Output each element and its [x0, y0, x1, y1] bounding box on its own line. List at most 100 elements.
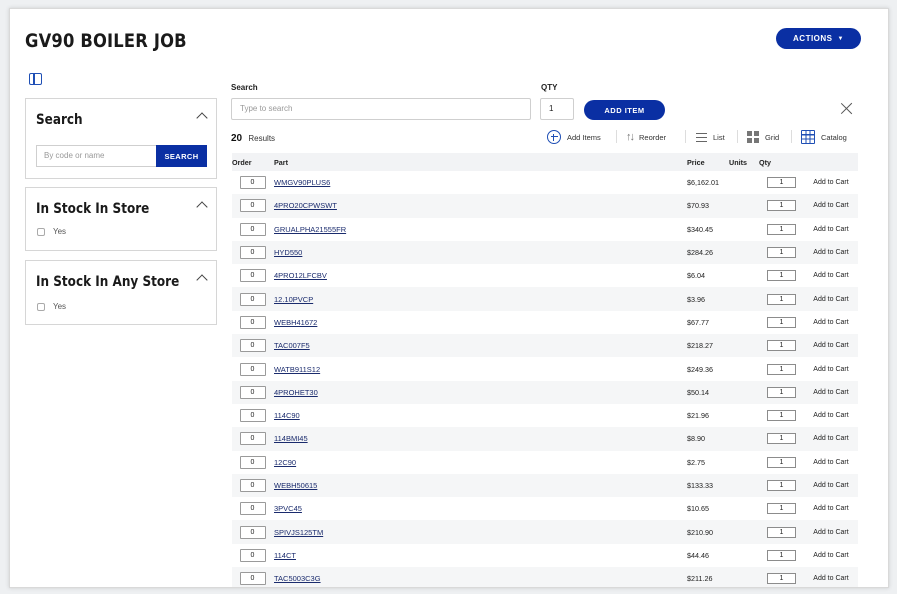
row-qty-input[interactable]: 1 [767, 433, 796, 445]
qty-cell: 1 [759, 567, 804, 587]
part-link[interactable]: 114BMI45 [274, 434, 308, 443]
part-link[interactable]: 4PRO20CPWSWT [274, 201, 337, 210]
row-qty-input[interactable]: 1 [767, 386, 796, 398]
grid-view-button[interactable]: Grid [747, 129, 779, 145]
reorder-button[interactable]: ↑↓ Reorder [626, 129, 666, 145]
add-to-cart-button[interactable]: Add to Cart [804, 473, 858, 498]
order-qty-input[interactable]: 0 [239, 432, 266, 446]
add-to-cart-button[interactable]: Add to Cart [804, 218, 858, 241]
units-cell [729, 497, 759, 520]
chevron-up-icon[interactable] [196, 274, 208, 286]
part-link[interactable]: 12.10PVCP [274, 295, 313, 304]
part-link[interactable]: 114CT [274, 551, 296, 560]
order-qty-input[interactable]: 0 [239, 409, 266, 423]
part-cell: WEBH50615 [273, 473, 687, 498]
row-qty-input[interactable]: 1 [767, 316, 796, 328]
row-qty-input[interactable]: 1 [767, 526, 796, 538]
order-qty-input[interactable]: 0 [239, 292, 266, 306]
add-to-cart-button[interactable]: Add to Cart [804, 497, 858, 520]
order-qty-input[interactable]: 0 [239, 455, 266, 469]
part-link[interactable]: 114C90 [274, 411, 300, 420]
add-item-button[interactable]: ADD ITEM [584, 100, 665, 120]
row-qty-input[interactable]: 1 [767, 456, 796, 468]
order-qty-input[interactable]: 0 [239, 525, 266, 539]
close-icon[interactable] [840, 102, 853, 115]
row-qty-input[interactable]: 1 [767, 573, 796, 585]
chevron-up-icon[interactable] [196, 112, 208, 124]
add-to-cart-button[interactable]: Add to Cart [804, 567, 858, 587]
add-to-cart-button[interactable]: Add to Cart [804, 427, 858, 451]
qty-input[interactable]: 1 [540, 98, 574, 120]
list-view-button[interactable]: List [696, 129, 725, 145]
row-qty-input[interactable]: 1 [767, 549, 796, 561]
sidebar-search-input[interactable]: By code or name [36, 145, 156, 167]
part-link[interactable]: SPIVJS125TM [274, 528, 323, 537]
grid-label: Grid [765, 132, 780, 142]
order-qty-input[interactable]: 0 [239, 222, 266, 236]
table-row: 0 12.10PVCP $3.96 1 Add to Cart [232, 287, 858, 311]
add-to-cart-button[interactable]: Add to Cart [804, 311, 858, 334]
order-qty-input[interactable]: 0 [239, 269, 266, 283]
row-qty-input[interactable]: 1 [767, 293, 796, 305]
part-link[interactable]: 3PVC45 [274, 504, 302, 513]
order-qty-input[interactable]: 0 [239, 385, 266, 399]
search-facet: Search By code or name SEARCH [25, 98, 217, 179]
part-link[interactable]: WEBH50615 [274, 481, 317, 490]
order-qty-input[interactable]: 0 [239, 572, 266, 586]
order-qty-input[interactable]: 0 [239, 548, 266, 562]
part-link[interactable]: WEBH41672 [274, 318, 317, 327]
add-to-cart-button[interactable]: Add to Cart [804, 544, 858, 567]
add-to-cart-button[interactable]: Add to Cart [804, 451, 858, 474]
order-qty-input[interactable]: 0 [239, 199, 266, 213]
add-to-cart-button[interactable]: Add to Cart [804, 380, 858, 404]
order-qty-input[interactable]: 0 [239, 362, 266, 376]
row-qty-input[interactable]: 1 [767, 503, 796, 515]
row-qty-input[interactable]: 1 [767, 410, 796, 422]
order-qty-input[interactable]: 0 [239, 502, 266, 516]
row-qty-input[interactable]: 1 [767, 200, 796, 212]
sidebar-toggle-icon[interactable] [29, 73, 42, 85]
row-qty-input[interactable]: 1 [767, 270, 796, 282]
part-link[interactable]: HYD550 [274, 248, 302, 257]
add-to-cart-button[interactable]: Add to Cart [804, 334, 858, 358]
add-to-cart-button[interactable]: Add to Cart [804, 404, 858, 427]
part-link[interactable]: 12C90 [274, 458, 296, 467]
order-cell: 0 [232, 357, 273, 380]
part-link[interactable]: TAC5003C3G [274, 574, 321, 583]
add-to-cart-button[interactable]: Add to Cart [804, 520, 858, 544]
in-stock-store-checkbox[interactable] [37, 228, 45, 236]
part-link[interactable]: 4PRO12LFCBV [274, 271, 327, 280]
chevron-up-icon[interactable] [196, 201, 208, 213]
part-link[interactable]: 4PROHET30 [274, 388, 318, 397]
row-qty-input[interactable]: 1 [767, 223, 796, 235]
part-link[interactable]: WMGV90PLUS6 [274, 178, 330, 187]
row-qty-input[interactable]: 1 [767, 177, 796, 189]
row-qty-input[interactable]: 1 [767, 363, 796, 375]
add-to-cart-button[interactable]: Add to Cart [804, 357, 858, 380]
order-cell: 0 [232, 218, 273, 241]
actions-button[interactable]: ACTIONS ▼ [776, 28, 861, 49]
add-to-cart-button[interactable]: Add to Cart [804, 194, 858, 218]
order-qty-input[interactable]: 0 [239, 479, 266, 492]
order-qty-input[interactable]: 0 [239, 315, 266, 329]
part-link[interactable]: GRUALPHA21555FR [274, 225, 346, 234]
add-items-button[interactable]: Add Items [547, 129, 601, 145]
add-to-cart-button[interactable]: Add to Cart [804, 264, 858, 287]
price-cell: $3.96 [687, 287, 729, 311]
in-stock-any-checkbox[interactable] [37, 303, 45, 311]
row-qty-input[interactable]: 1 [767, 340, 796, 352]
sidebar-search-button[interactable]: SEARCH [156, 145, 207, 167]
order-qty-input[interactable]: 0 [239, 176, 266, 190]
main-search-input[interactable]: Type to search [231, 98, 531, 120]
row-qty-input[interactable]: 1 [767, 480, 796, 491]
part-link[interactable]: TAC007F5 [274, 341, 310, 350]
catalog-view-button[interactable]: Catalog [801, 129, 847, 145]
order-qty-input[interactable]: 0 [239, 246, 266, 260]
row-qty-input[interactable]: 1 [767, 247, 796, 259]
add-to-cart-button[interactable]: Add to Cart [804, 287, 858, 311]
part-cell: SPIVJS125TM [273, 520, 687, 544]
add-to-cart-button[interactable]: Add to Cart [804, 240, 858, 265]
add-to-cart-button[interactable]: Add to Cart [804, 171, 858, 194]
part-link[interactable]: WATB911S12 [274, 365, 320, 374]
order-qty-input[interactable]: 0 [239, 339, 266, 353]
